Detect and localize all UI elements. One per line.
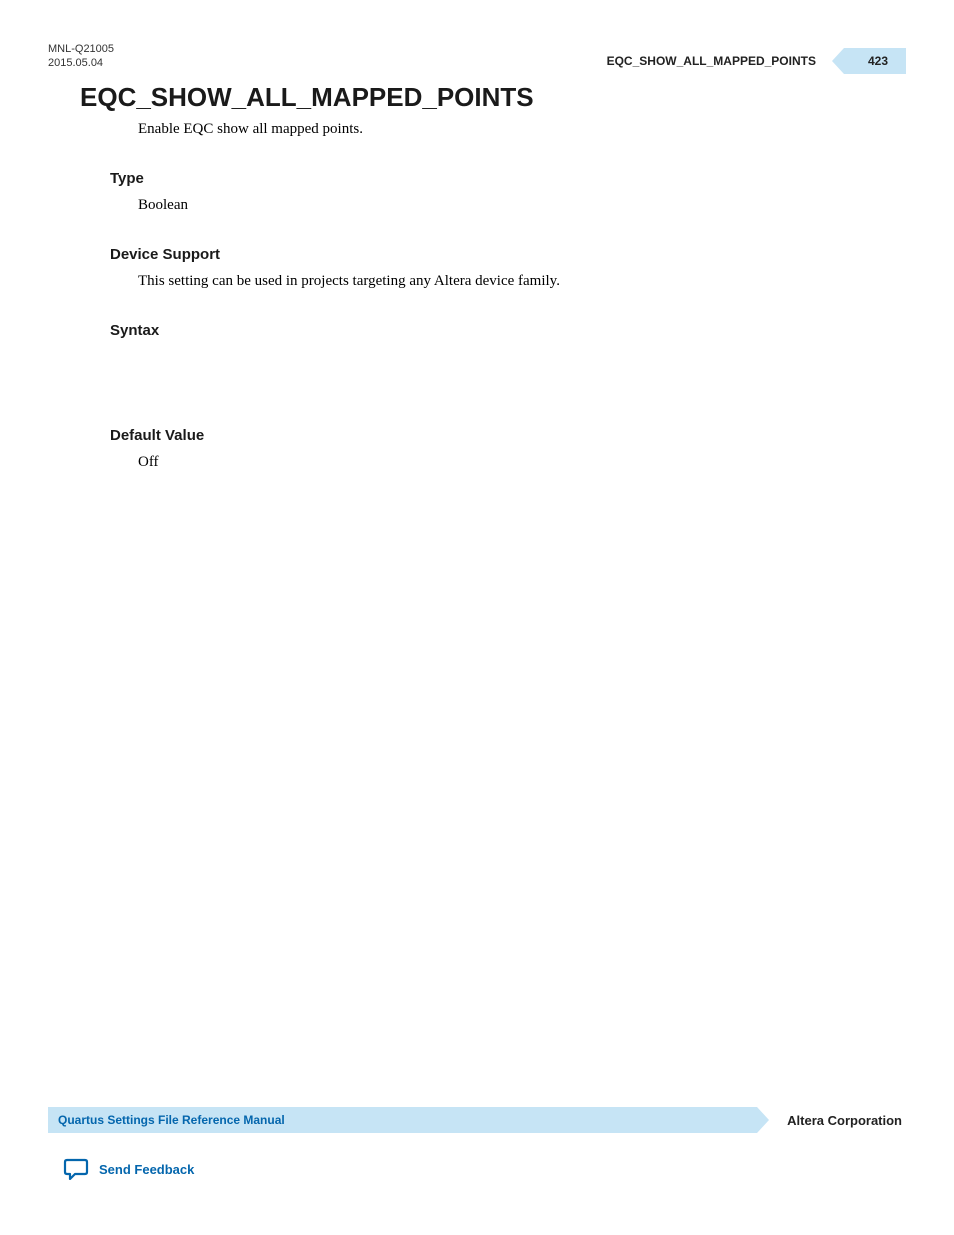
header-right: EQC_SHOW_ALL_MAPPED_POINTS 423 <box>607 48 906 74</box>
footer-manual-title[interactable]: Quartus Settings File Reference Manual <box>58 1113 285 1127</box>
section-heading-syntax: Syntax <box>110 322 879 339</box>
doc-date: 2015.05.04 <box>48 56 114 70</box>
syntax-empty-area <box>80 347 879 427</box>
section-body-default-value: Off <box>138 452 879 473</box>
footer-bar: Quartus Settings File Reference Manual A… <box>48 1107 906 1133</box>
doc-id: MNL-Q21005 <box>48 42 114 56</box>
send-feedback-label: Send Feedback <box>99 1162 194 1177</box>
section-body-device-support: This setting can be used in projects tar… <box>138 271 879 292</box>
page-number-badge: 423 <box>844 48 906 74</box>
section-body-type: Boolean <box>138 195 879 216</box>
speech-bubble-icon <box>63 1158 89 1180</box>
footer-corporation: Altera Corporation <box>787 1113 906 1128</box>
section-heading-device-support: Device Support <box>110 246 879 263</box>
page-description: Enable EQC show all mapped points. <box>138 119 879 140</box>
page-title: EQC_SHOW_ALL_MAPPED_POINTS <box>80 82 879 113</box>
footer-bar-left: Quartus Settings File Reference Manual <box>48 1107 757 1133</box>
header-meta: MNL-Q21005 2015.05.04 <box>48 42 114 71</box>
send-feedback-link[interactable]: Send Feedback <box>63 1158 194 1180</box>
section-heading-type: Type <box>110 170 879 187</box>
section-heading-default-value: Default Value <box>110 427 879 444</box>
header-section-title: EQC_SHOW_ALL_MAPPED_POINTS <box>607 54 844 68</box>
main-content: EQC_SHOW_ALL_MAPPED_POINTS Enable EQC sh… <box>80 82 879 503</box>
